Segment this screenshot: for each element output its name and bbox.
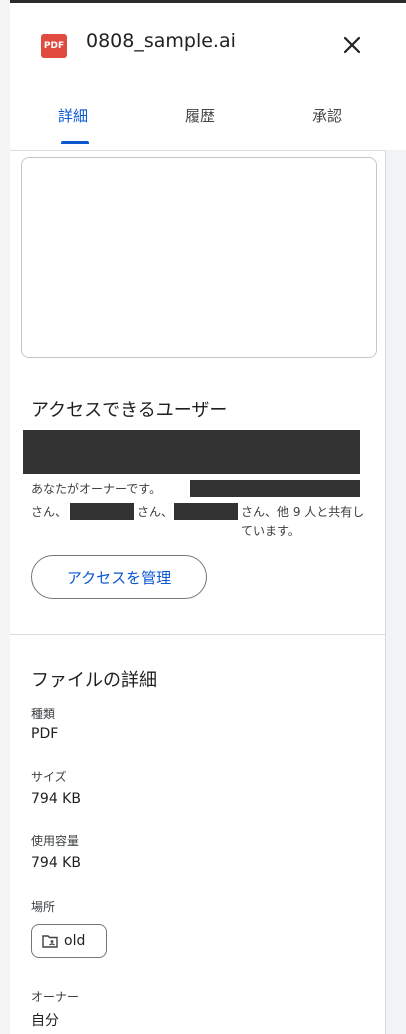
location-folder-name: old xyxy=(64,933,86,949)
section-divider xyxy=(10,634,386,635)
details-header: PDF 0808_sample.ai xyxy=(10,3,386,85)
location-label: 場所 xyxy=(31,900,56,914)
tab-bar: 詳細 履歴 承認 xyxy=(10,100,386,150)
redacted-user-list xyxy=(23,430,360,474)
redacted-name xyxy=(174,503,238,520)
file-name: 0808_sample.ai xyxy=(86,30,236,52)
redacted-name xyxy=(190,480,360,497)
tab-approval[interactable]: 承認 xyxy=(312,105,342,126)
owner-label: オーナー xyxy=(31,990,80,1004)
owner-value: 自分 xyxy=(31,1013,59,1029)
storage-used-label: 使用容量 xyxy=(31,834,80,848)
tab-history[interactable]: 履歴 xyxy=(185,105,215,126)
window-left-edge xyxy=(0,0,10,1034)
access-desc-san2: さん、 xyxy=(137,505,174,519)
file-preview[interactable] xyxy=(21,157,377,358)
access-desc-san1: さん、 xyxy=(31,505,68,519)
tabs-divider xyxy=(10,150,386,151)
owner-note: あなたがオーナーです。 xyxy=(31,482,162,496)
file-details-title: ファイルの詳細 xyxy=(31,670,157,691)
active-tab-indicator xyxy=(61,141,89,144)
access-section-title: アクセスできるユーザー xyxy=(31,400,228,421)
redacted-name xyxy=(70,503,134,520)
close-icon xyxy=(343,36,361,54)
type-value: PDF xyxy=(31,726,59,742)
type-label: 種類 xyxy=(31,707,56,721)
tab-details[interactable]: 詳細 xyxy=(58,105,88,126)
pdf-file-icon: PDF xyxy=(41,34,67,58)
manage-access-button[interactable]: アクセスを管理 xyxy=(31,555,207,599)
storage-used-value: 794 KB xyxy=(31,855,81,871)
shared-folder-icon xyxy=(42,935,58,948)
scrollbar-track[interactable] xyxy=(385,150,406,1034)
close-button[interactable] xyxy=(337,30,367,60)
location-folder-chip[interactable]: old xyxy=(31,924,107,958)
size-label: サイズ xyxy=(31,770,67,784)
access-desc-rest: さん、他 9 人と共有しています。 xyxy=(241,505,365,538)
size-value: 794 KB xyxy=(31,791,81,807)
